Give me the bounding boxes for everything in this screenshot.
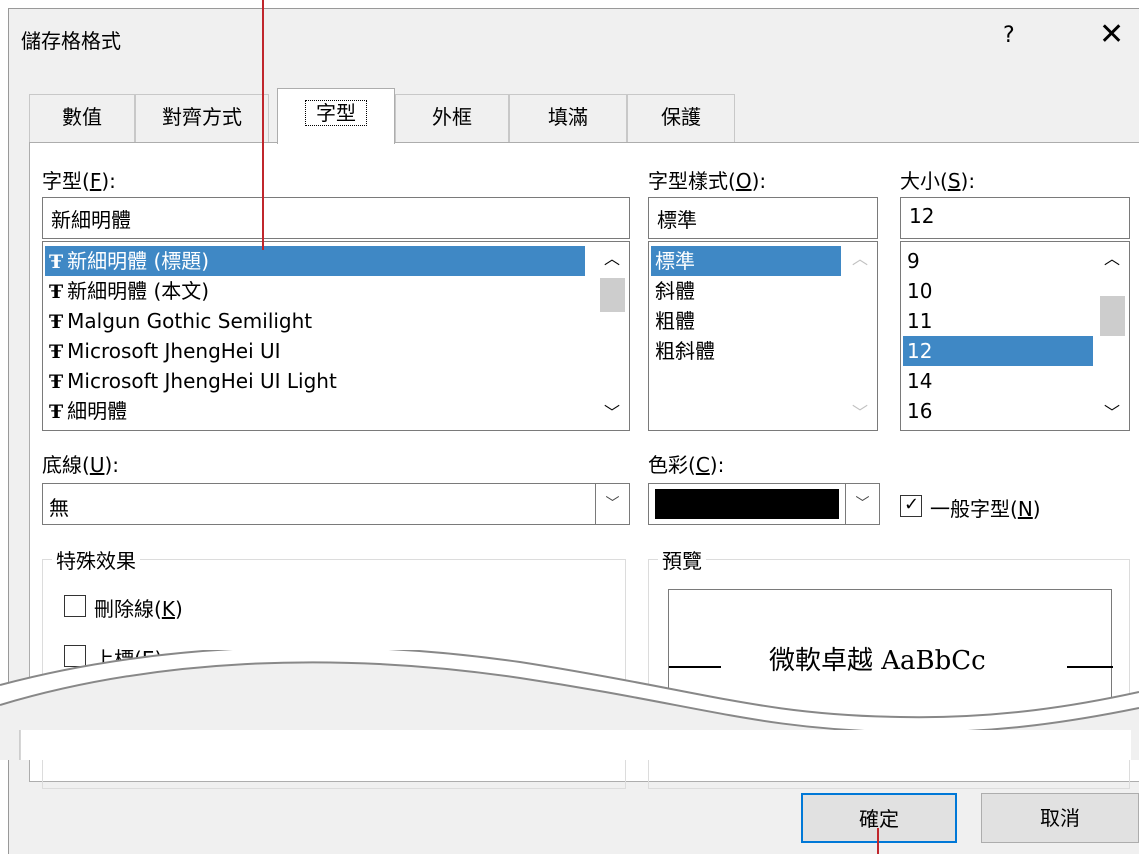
strikethrough-label: 刪除線(K) (94, 597, 183, 621)
font-list-item[interactable]: Ŧ 細明體 (45, 396, 585, 426)
tab-protection[interactable]: 保護 (627, 94, 735, 142)
color-select[interactable]: ﹀ (648, 483, 880, 525)
font-style-label: 字型樣式(O): (648, 169, 767, 193)
font-style-item[interactable]: 粗體 (651, 306, 841, 336)
size-list[interactable]: 9 10 11 12 14 16 ︿ ﹀ (900, 241, 1130, 431)
font-label: 字型(F): (42, 169, 116, 193)
normal-font-checkbox[interactable] (900, 494, 922, 517)
truetype-font-icon: Ŧ (49, 281, 64, 303)
font-name-input[interactable]: 新細明體 (42, 197, 630, 239)
annotation-line-bottom (877, 828, 879, 854)
underline-value: 無 (49, 496, 69, 520)
normal-font-label: 一般字型(N) (930, 497, 1041, 521)
truetype-font-icon: Ŧ (49, 311, 64, 333)
size-item[interactable]: 9 (903, 246, 1093, 276)
font-style-scrollbar[interactable]: ︿ ﹀ (845, 242, 875, 430)
color-swatch (655, 489, 839, 519)
chevron-up-icon[interactable]: ︿ (1097, 244, 1127, 274)
font-style-item[interactable]: 粗斜體 (651, 336, 841, 366)
size-item[interactable]: 11 (903, 306, 1093, 336)
chevron-down-icon[interactable]: ﹀ (845, 484, 879, 524)
size-item[interactable]: 10 (903, 276, 1093, 306)
chevron-down-icon[interactable]: ﹀ (845, 398, 875, 428)
chevron-up-icon[interactable]: ︿ (597, 244, 627, 274)
wave-divider (0, 650, 1139, 760)
chevron-down-icon[interactable]: ﹀ (597, 398, 627, 428)
tab-font[interactable]: 字型 (277, 88, 395, 144)
title-bar: 儲存格格式 ? ✕ (9, 9, 1139, 65)
scrollbar-thumb[interactable] (1100, 296, 1125, 336)
font-style-list[interactable]: 標準 斜體 粗體 粗斜體 ︿ ﹀ (648, 241, 878, 431)
cancel-button[interactable]: 取消 (981, 793, 1139, 843)
font-list-item[interactable]: Ŧ 新細明體 (標題) (45, 246, 585, 276)
dialog-title: 儲存格格式 (21, 29, 121, 53)
font-list-item[interactable]: Ŧ Microsoft JhengHei UI Light (45, 366, 585, 396)
truetype-font-icon: Ŧ (49, 341, 64, 363)
font-list-scrollbar[interactable]: ︿ ﹀ (597, 242, 627, 430)
font-list[interactable]: Ŧ 新細明體 (標題) Ŧ 新細明體 (本文) Ŧ Malgun Gothic Sem… (42, 241, 630, 431)
underline-label: 底線(U): (42, 453, 119, 477)
effects-title: 特殊效果 (52, 545, 140, 574)
chevron-down-icon[interactable]: ﹀ (595, 484, 629, 524)
chevron-up-icon[interactable]: ︿ (845, 244, 875, 274)
tab-fill[interactable]: 填滿 (509, 94, 627, 142)
truetype-font-icon: Ŧ (49, 401, 64, 423)
chevron-down-icon[interactable]: ﹀ (1097, 398, 1127, 428)
ok-button[interactable]: 確定 (801, 793, 957, 843)
scrollbar-thumb[interactable] (600, 278, 625, 312)
size-input[interactable]: 12 (900, 197, 1130, 239)
size-item[interactable]: 12 (903, 336, 1093, 366)
underline-select[interactable]: 無 ﹀ (42, 483, 630, 525)
tab-number[interactable]: 數值 (29, 94, 135, 142)
font-list-item[interactable]: Ŧ Malgun Gothic Semilight (45, 306, 585, 336)
font-style-item[interactable]: 標準 (651, 246, 841, 276)
annotation-line-top (262, 0, 264, 250)
size-list-scrollbar[interactable]: ︿ ﹀ (1097, 242, 1127, 430)
close-icon[interactable]: ✕ (1099, 17, 1124, 52)
help-button[interactable]: ? (1003, 23, 1015, 48)
font-list-item[interactable]: Ŧ Microsoft JhengHei UI (45, 336, 585, 366)
size-label: 大小(S): (900, 169, 976, 193)
font-style-item[interactable]: 斜體 (651, 276, 841, 306)
preview-title: 預覽 (658, 545, 706, 574)
tab-alignment[interactable]: 對齊方式 (135, 94, 269, 142)
color-label: 色彩(C): (648, 453, 725, 477)
strikethrough-checkbox[interactable] (64, 595, 86, 617)
truetype-font-icon: Ŧ (49, 251, 64, 273)
size-item[interactable]: 14 (903, 366, 1093, 396)
font-list-item[interactable]: Ŧ 新細明體 (本文) (45, 276, 585, 306)
tab-border[interactable]: 外框 (395, 94, 509, 142)
truetype-font-icon: Ŧ (49, 371, 64, 393)
font-style-input[interactable]: 標準 (648, 197, 878, 239)
size-item[interactable]: 16 (903, 396, 1093, 426)
